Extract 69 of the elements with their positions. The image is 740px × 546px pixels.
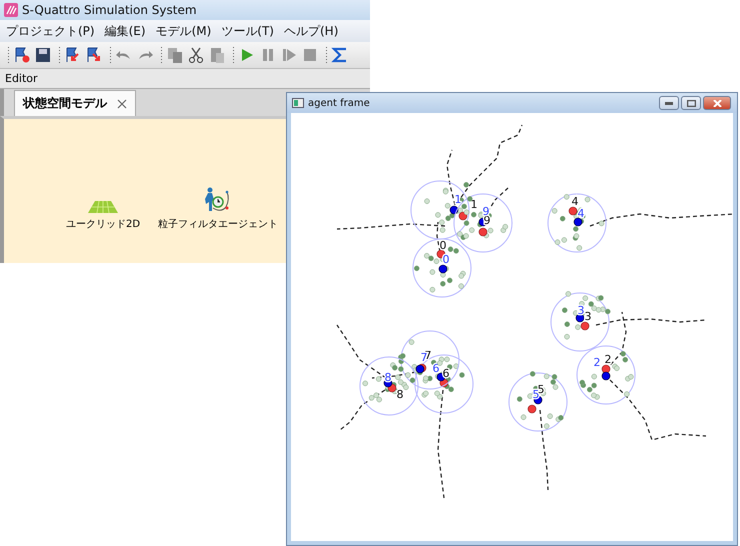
flag-arrow-down-right-icon[interactable] [85,46,103,64]
agent-label: 0 [440,239,446,252]
agent-label: 5 [538,383,544,396]
flag-add-icon[interactable] [13,46,31,64]
sum-icon[interactable] [331,46,349,64]
grip-icon [7,46,10,64]
agent-label: 4 [572,195,578,208]
observed-position-dot [458,212,468,220]
estimated-position-dot [574,218,582,226]
grip-icon [58,46,61,64]
trail-line [340,390,386,430]
grip-icon [232,46,235,64]
menu-item[interactable]: プロジェクト(P) [6,22,95,40]
close-icon [712,100,722,106]
agent-label: 2 [604,353,612,366]
node-label: ユークリッド2D [66,218,140,231]
minimize-icon [665,102,673,104]
range-circle [360,356,418,416]
grip-icon [160,46,163,64]
agent-label: 8 [396,388,404,401]
observed-position-dot [568,206,578,216]
estimated-position-dot [450,206,458,214]
range-circle [576,346,636,404]
agent-label: 1 [470,198,478,211]
maximize-icon [686,100,696,106]
range-circle [508,372,568,432]
close-button[interactable] [703,96,731,110]
close-icon[interactable] [117,98,127,108]
estimated-position-dot [576,314,584,322]
particle-cloud-drawing [562,291,610,340]
estimate-label: 4 [578,207,584,220]
range-circle [400,330,460,390]
menu-item[interactable]: ツール(T) [221,22,274,40]
menu-item[interactable]: ヘルプ(H) [284,22,338,40]
window-icon [292,98,304,108]
step-icon[interactable] [280,46,298,64]
maximize-button[interactable] [681,96,701,110]
window-title: S-Quattro Simulation System [22,3,197,17]
estimated-position-dot [602,372,610,380]
cut-icon[interactable] [187,46,205,64]
estimated-position-dot [416,364,424,374]
agent-label: 3 [584,310,592,323]
grip-icon [325,46,328,64]
observed-position-dot [580,322,590,330]
stop-icon[interactable] [301,46,319,64]
panel-title: Editor [5,72,38,85]
observed-position-dot [528,404,536,414]
estimate-label: 6 [432,362,440,375]
app-logo-icon [4,3,18,17]
save-icon[interactable] [34,46,52,64]
range-circle [550,292,610,352]
estimate-label: 2 [594,356,600,369]
editor-tab[interactable]: 状態空間モデル [14,90,136,116]
range-circle [410,180,470,240]
minimize-button[interactable] [659,96,679,110]
range-circle [412,238,472,298]
menu-item[interactable]: 編集(E) [104,22,146,40]
node-label: 粒子フィルタエージェント [158,218,278,231]
estimate-label: 0 [442,253,450,266]
agent-label: 7 [424,349,432,362]
estimate-label: 3 [578,304,584,317]
agent-label: 6 [442,367,450,380]
menu-item[interactable]: モデル(M) [156,22,212,40]
observed-position-dot [478,228,488,236]
window-title: agent frame [308,98,370,108]
estimated-position-dot [438,264,448,274]
observed-position-dot [602,364,610,374]
grip-icon [109,46,112,64]
range-circle [454,194,512,252]
